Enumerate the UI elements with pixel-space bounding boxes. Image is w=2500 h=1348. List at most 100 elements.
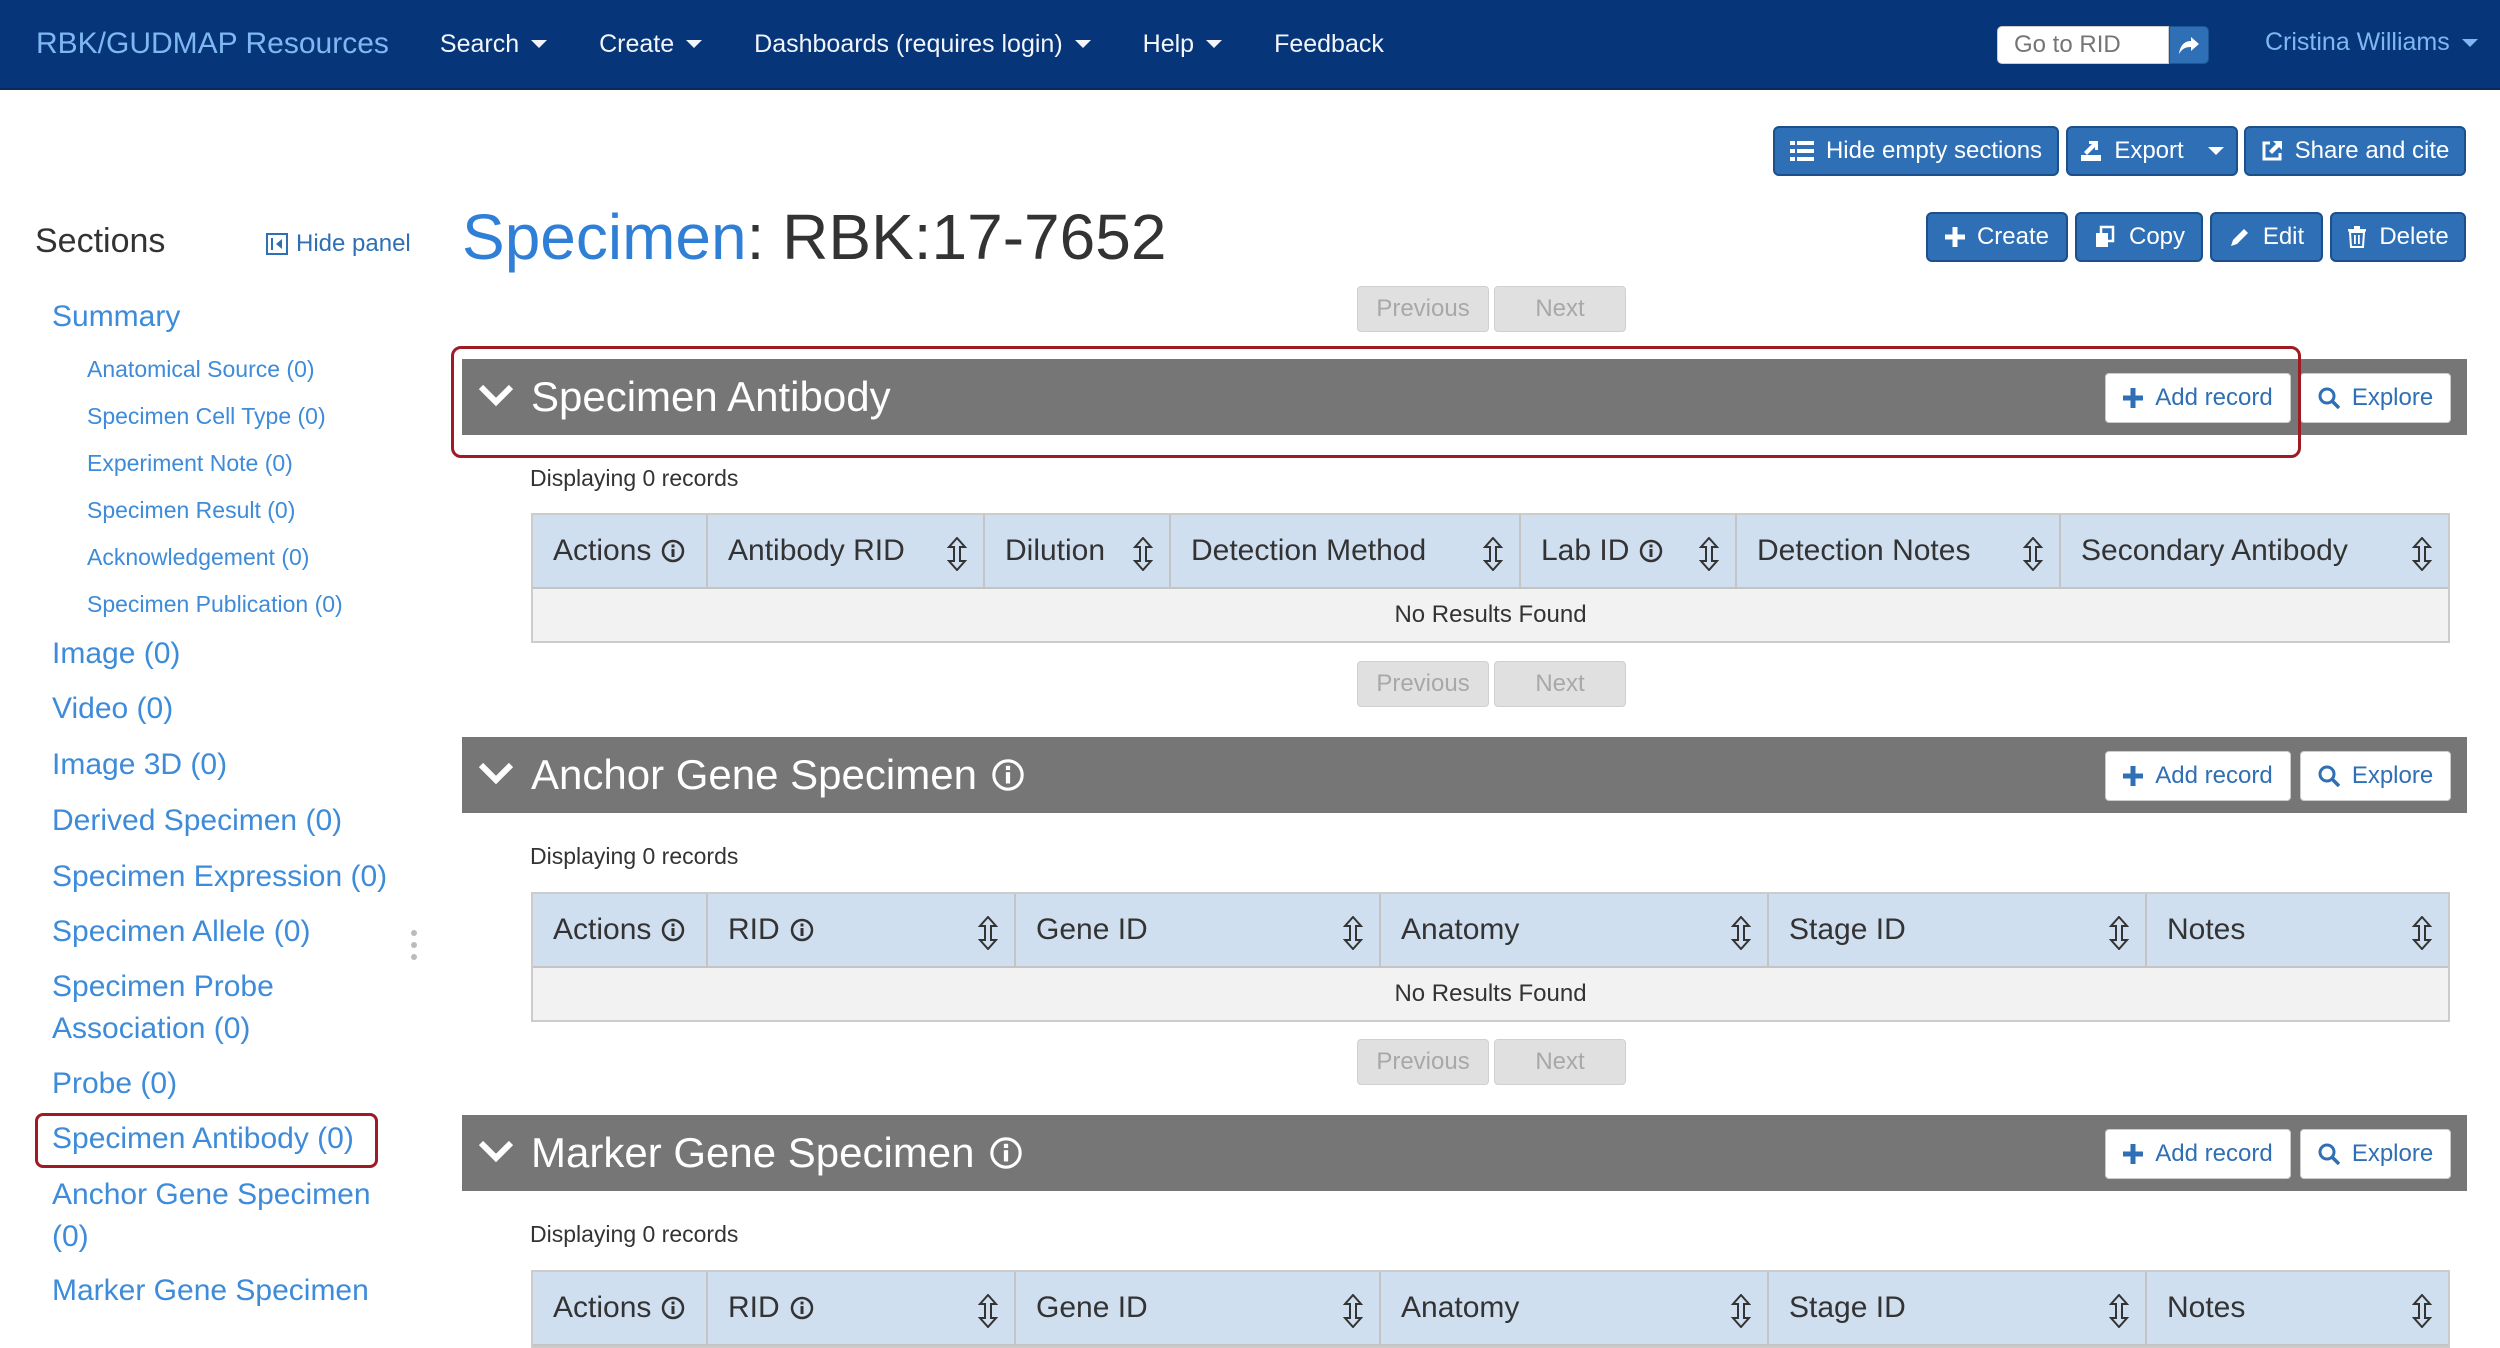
column-header-detection-notes[interactable]: Detection Notes <box>1737 515 2061 587</box>
sidebar-item-summary[interactable]: Summary <box>52 300 180 334</box>
sidebar-item-marker-gene-specimen[interactable]: Marker Gene Specimen <box>52 1274 369 1308</box>
chevron-down-icon[interactable] <box>477 759 515 789</box>
sort-icon[interactable] <box>1483 537 1503 571</box>
export-button[interactable]: Export <box>2066 126 2238 176</box>
column-header-anatomy[interactable]: Anatomy <box>1381 894 1769 966</box>
nav-create-menu[interactable]: Create <box>599 30 703 59</box>
edit-record-button[interactable]: Edit <box>2210 212 2323 262</box>
sidebar-item-image[interactable]: Image (0) <box>52 637 180 671</box>
nav-help-menu[interactable]: Help <box>1143 30 1223 59</box>
column-header-stage-id[interactable]: Stage ID <box>1769 894 2147 966</box>
sidebar-item-probe[interactable]: Probe (0) <box>52 1067 177 1101</box>
column-header-anatomy[interactable]: Anatomy <box>1381 1272 1769 1344</box>
column-header-gene-id[interactable]: Gene ID <box>1016 894 1381 966</box>
explore-button[interactable]: Explore <box>2300 1129 2451 1179</box>
nav-feedback-link[interactable]: Feedback <box>1274 30 1384 59</box>
sidebar-item-acknowledgement[interactable]: Acknowledgement (0) <box>87 544 309 571</box>
column-header-gene-id[interactable]: Gene ID <box>1016 1272 1381 1344</box>
column-header-secondary-antibody[interactable]: Secondary Antibody <box>2061 515 2448 587</box>
sidebar-item-specimen-cell-type[interactable]: Specimen Cell Type (0) <box>87 403 326 430</box>
go-to-rid-input[interactable] <box>1997 26 2169 64</box>
sort-icon[interactable] <box>2412 916 2432 950</box>
add-record-button[interactable]: Add record <box>2105 751 2291 801</box>
previous-button[interactable]: Previous <box>1357 1039 1489 1085</box>
sidebar-item-specimen-probe-association-line2[interactable]: Association (0) <box>52 1012 250 1046</box>
sort-icon[interactable] <box>1343 916 1363 950</box>
sort-icon[interactable] <box>2412 1294 2432 1328</box>
sort-icon[interactable] <box>1133 537 1153 571</box>
column-header-antibody-rid[interactable]: Antibody RID <box>708 515 985 587</box>
sort-icon[interactable] <box>1731 1294 1751 1328</box>
column-header-rid[interactable]: RID <box>708 1272 1016 1344</box>
nav-search-menu[interactable]: Search <box>440 30 548 59</box>
column-header-notes[interactable]: Notes <box>2147 894 2448 966</box>
sort-icon[interactable] <box>2109 916 2129 950</box>
next-button[interactable]: Next <box>1494 661 1626 707</box>
column-header-lab-id[interactable]: Lab ID <box>1521 515 1737 587</box>
sidebar-item-image-3d[interactable]: Image 3D (0) <box>52 748 227 782</box>
info-icon[interactable] <box>661 918 685 942</box>
sort-icon[interactable] <box>1731 916 1751 950</box>
delete-record-button[interactable]: Delete <box>2330 212 2466 262</box>
plus-icon <box>2123 766 2144 786</box>
sidebar-item-derived-specimen[interactable]: Derived Specimen (0) <box>52 804 342 838</box>
section-header-anchor-gene-specimen[interactable]: Anchor Gene Specimen Add record Explore <box>462 737 2467 813</box>
sidebar-item-video[interactable]: Video (0) <box>52 692 173 726</box>
next-button[interactable]: Next <box>1494 286 1626 332</box>
column-header-label: Anatomy <box>1401 1291 1520 1324</box>
user-menu[interactable]: Cristina Williams <box>2265 28 2478 57</box>
info-icon[interactable] <box>661 539 685 563</box>
hide-panel-button[interactable]: Hide panel <box>266 230 411 258</box>
explore-button[interactable]: Explore <box>2300 373 2451 423</box>
column-header-stage-id[interactable]: Stage ID <box>1769 1272 2147 1344</box>
column-header-dilution[interactable]: Dilution <box>985 515 1171 587</box>
column-header-label: Antibody RID <box>728 534 905 567</box>
sort-icon[interactable] <box>2109 1294 2129 1328</box>
info-icon[interactable] <box>991 758 1025 792</box>
create-record-button[interactable]: Create <box>1926 212 2068 262</box>
sidebar-item-specimen-result[interactable]: Specimen Result (0) <box>87 497 295 524</box>
sort-icon[interactable] <box>2412 537 2432 571</box>
column-header-rid[interactable]: RID <box>708 894 1016 966</box>
panel-resize-handle[interactable] <box>411 930 417 960</box>
add-record-button[interactable]: Add record <box>2105 1129 2291 1179</box>
sidebar-item-specimen-probe-association[interactable]: Specimen Probe <box>52 970 274 1004</box>
info-icon[interactable] <box>661 1296 685 1320</box>
sort-icon[interactable] <box>1343 1294 1363 1328</box>
plus-icon <box>2123 1144 2144 1164</box>
column-header-detection-method[interactable]: Detection Method <box>1171 515 1521 587</box>
previous-button[interactable]: Previous <box>1357 661 1489 707</box>
sidebar-item-anatomical-source[interactable]: Anatomical Source (0) <box>87 356 315 383</box>
page-title-table-link[interactable]: Specimen <box>462 201 747 273</box>
sort-icon[interactable] <box>1699 537 1719 571</box>
info-icon[interactable] <box>989 1136 1023 1170</box>
sort-icon[interactable] <box>2023 537 2043 571</box>
sort-icon[interactable] <box>947 537 967 571</box>
chevron-down-icon[interactable] <box>477 1137 515 1167</box>
sidebar-item-specimen-expression[interactable]: Specimen Expression (0) <box>52 860 387 894</box>
sort-icon[interactable] <box>978 1294 998 1328</box>
nav-dashboards-menu[interactable]: Dashboards (requires login) <box>754 30 1091 59</box>
share-and-cite-button[interactable]: Share and cite <box>2244 126 2466 176</box>
column-header-notes[interactable]: Notes <box>2147 1272 2448 1344</box>
section-header-marker-gene-specimen[interactable]: Marker Gene Specimen Add record Explore <box>462 1115 2467 1191</box>
info-icon[interactable] <box>1639 539 1663 563</box>
hide-empty-sections-button[interactable]: Hide empty sections <box>1773 126 2059 176</box>
info-icon[interactable] <box>790 1296 814 1320</box>
sidebar-item-experiment-note[interactable]: Experiment Note (0) <box>87 450 293 477</box>
next-button[interactable]: Next <box>1494 1039 1626 1085</box>
explore-button[interactable]: Explore <box>2300 751 2451 801</box>
info-icon[interactable] <box>790 918 814 942</box>
brand-link[interactable]: RBK/GUDMAP Resources <box>36 27 389 61</box>
column-header-label: Detection Method <box>1191 534 1427 567</box>
copy-record-button[interactable]: Copy <box>2075 212 2203 262</box>
column-header-label: RID <box>728 1291 780 1324</box>
go-to-rid-button[interactable] <box>2169 26 2209 64</box>
sidebar-item-anchor-gene-specimen-line2[interactable]: (0) <box>52 1220 89 1254</box>
sort-icon[interactable] <box>978 916 998 950</box>
previous-button[interactable]: Previous <box>1357 286 1489 332</box>
sidebar-item-specimen-publication[interactable]: Specimen Publication (0) <box>87 591 343 618</box>
column-header-label: Detection Notes <box>1757 534 1971 567</box>
sidebar-item-anchor-gene-specimen[interactable]: Anchor Gene Specimen <box>52 1178 371 1212</box>
sidebar-item-specimen-allele[interactable]: Specimen Allele (0) <box>52 915 310 949</box>
